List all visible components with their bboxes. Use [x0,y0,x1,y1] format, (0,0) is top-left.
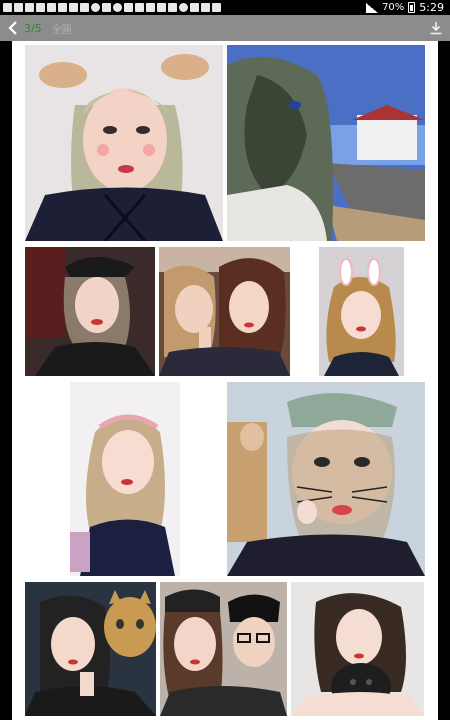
notification-icon [80,3,89,12]
chevron-left-icon [8,21,17,35]
photo-bunny-filter[interactable] [294,247,424,376]
page-counter: 3/5 [24,21,42,35]
notification-icon [47,3,56,12]
photo-two-friends-peace-sign[interactable] [159,247,290,376]
notification-icons [0,3,221,12]
notification-icon [157,3,166,12]
notification-icon [3,3,12,12]
notification-icon [36,3,45,12]
notification-icon [102,3,111,12]
notification-icon [179,3,188,12]
photo-car-selfie-cap[interactable] [25,247,155,376]
notification-icon [146,3,155,12]
download-icon [430,22,442,35]
photo-couple-selfie[interactable] [160,582,287,716]
notification-icon [91,3,100,12]
notification-icon [135,3,144,12]
photo-selfie-deer-filter[interactable] [25,45,223,241]
photo-flower-crown-selfie[interactable] [25,382,223,576]
download-button[interactable] [422,15,450,41]
notification-icon [69,3,78,12]
app-toolbar: 3/5 全圖 [0,15,450,41]
photo-holding-puppy[interactable] [291,582,424,716]
notification-icon [124,3,133,12]
battery-percent: 70% [382,2,405,13]
photo-windy-hair-street[interactable] [227,45,425,241]
notification-icon [25,3,34,12]
back-button[interactable] [0,15,26,41]
status-bar: 70% 5:29 [0,0,450,15]
photo-cat-whisker-filter[interactable] [227,382,425,576]
battery-icon [408,2,416,13]
notification-icon [190,3,199,12]
photo-collage [12,41,438,720]
notification-icon [212,3,221,12]
toolbar-title: 全圖 [51,24,72,36]
notification-icon [168,3,177,12]
signal-icon [366,2,379,13]
notification-icon [14,3,23,12]
clock: 5:29 [419,1,444,14]
notification-icon [58,3,67,12]
notification-icon [201,3,210,12]
photo-selfie-with-cat[interactable] [25,582,156,716]
notification-icon [113,3,122,12]
